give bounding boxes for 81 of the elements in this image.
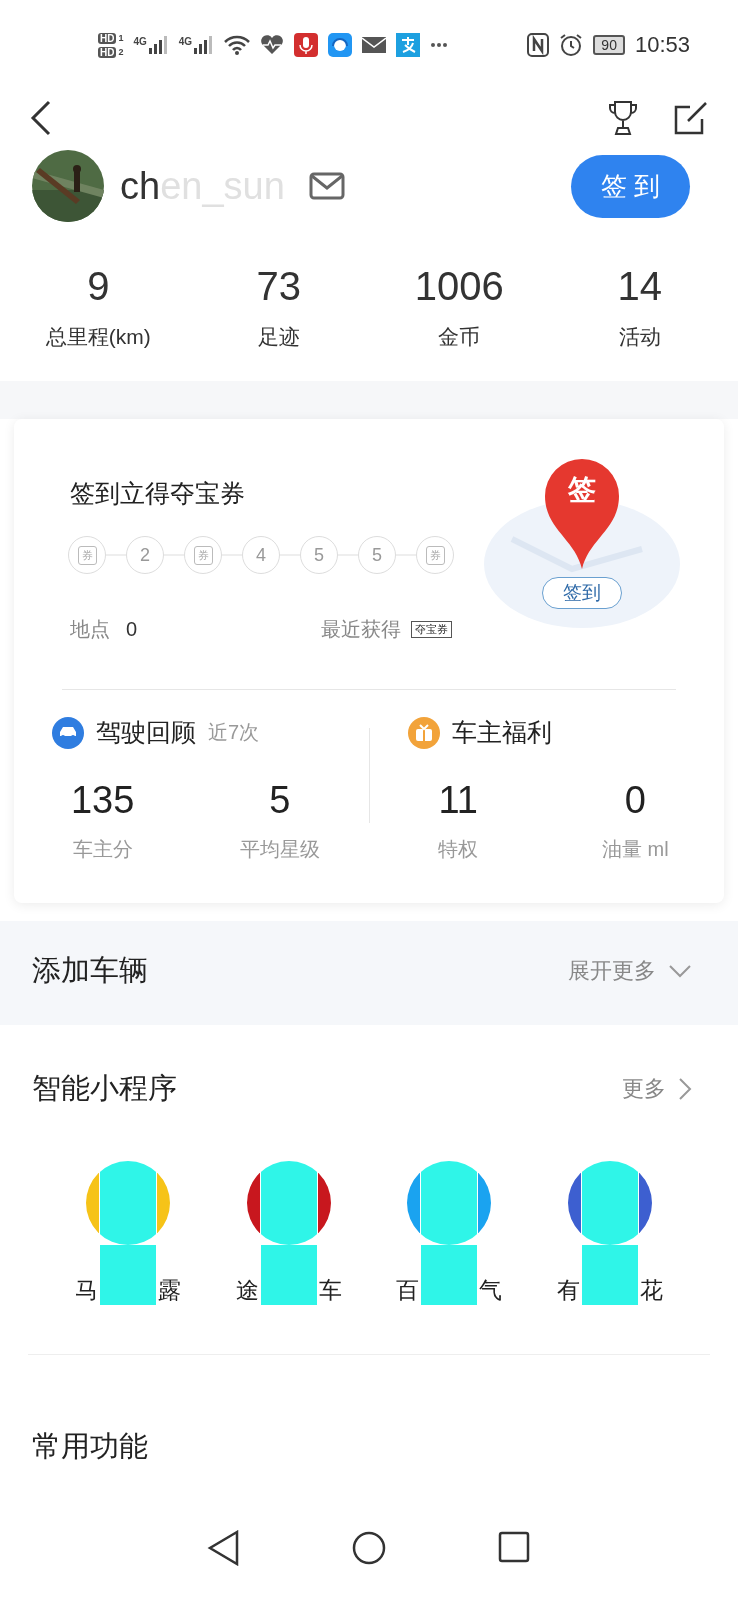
heart-rate-icon	[260, 35, 285, 55]
section-title: 驾驶回顾	[96, 717, 196, 748]
app-label[interactable]: 露	[158, 1275, 182, 1306]
trophy-icon[interactable]	[608, 100, 638, 136]
app-label[interactable]: 气	[479, 1275, 503, 1306]
app-label[interactable]: 有	[556, 1275, 580, 1306]
metric-value: 11	[438, 779, 478, 822]
stat-label: 金币	[437, 324, 482, 350]
alarm-icon	[559, 33, 584, 57]
nfc-icon	[527, 33, 550, 57]
recent-apps-icon[interactable]	[497, 1530, 531, 1564]
section-title: 添加车辆	[32, 953, 148, 988]
payment-app-icon	[396, 33, 421, 57]
app-label[interactable]: 途	[235, 1275, 259, 1306]
pin-label: 签	[567, 473, 597, 507]
ticket-tag: 夺宝券	[411, 621, 452, 638]
back-icon[interactable]	[30, 100, 52, 136]
ticket-label: 券	[425, 545, 445, 565]
redaction-mark	[421, 1245, 478, 1305]
sim-slot: 1	[118, 33, 124, 43]
edit-icon[interactable]	[674, 101, 708, 135]
app-label[interactable]: 花	[639, 1275, 663, 1306]
signal-icon	[194, 36, 215, 54]
stat-value: 9	[86, 264, 111, 309]
stat-value: 73	[255, 264, 302, 309]
car-icon	[52, 716, 84, 749]
ticket-label: 券	[77, 545, 97, 565]
home-nav-icon[interactable]	[351, 1530, 387, 1566]
stat-value: 14	[616, 264, 663, 309]
metric-label: 油量 ml	[602, 837, 669, 862]
section-title: 智能小程序	[32, 1071, 177, 1106]
sim-slot: 2	[118, 47, 124, 57]
metric-value: 0	[624, 779, 646, 822]
app-icon[interactable]	[567, 1172, 581, 1234]
mail-icon[interactable]	[308, 172, 345, 200]
app-icon[interactable]	[407, 1172, 421, 1234]
app-label[interactable]: 马	[75, 1275, 99, 1306]
checkin-button[interactable]: 签到	[542, 577, 622, 609]
stat-label: 总里程(km)	[44, 324, 152, 350]
microphone-icon	[294, 33, 319, 57]
more-link[interactable]: 更多	[622, 1074, 692, 1104]
network-type: 4G	[133, 36, 147, 47]
metric-value: 5	[269, 779, 291, 822]
place-count: 0	[126, 618, 138, 641]
app-icon[interactable]	[638, 1172, 652, 1234]
stat-label: 足迹	[256, 324, 301, 350]
more-icon	[430, 42, 449, 48]
mail-icon	[362, 35, 387, 55]
clock-time: 10:53	[634, 32, 690, 58]
metric-label: 平均星级	[239, 837, 320, 862]
redaction-mark	[581, 1245, 638, 1305]
app-icon[interactable]	[478, 1172, 492, 1234]
network-type: 4G	[178, 36, 193, 47]
stat-label: 活动	[617, 324, 662, 350]
metric-value: 135	[70, 779, 135, 822]
section-subtitle: 近7次	[208, 720, 260, 745]
app-icon[interactable]	[246, 1172, 260, 1234]
redaction-mark	[260, 1245, 317, 1305]
app-icon[interactable]	[317, 1172, 331, 1234]
metric-label: 车主分	[72, 837, 133, 862]
checkin-button[interactable]: 签 到	[570, 154, 690, 218]
wifi-icon	[224, 35, 251, 55]
redaction-mark	[100, 1245, 157, 1305]
section-title: 常用功能	[31, 1429, 149, 1464]
stat-value: 1006	[413, 264, 505, 309]
card-title: 签到立得夺宝券	[70, 478, 246, 509]
metric-label: 特权	[438, 837, 479, 862]
ticket-label: 券	[193, 545, 213, 565]
battery-indicator: 90	[593, 35, 625, 55]
gift-icon	[407, 716, 440, 749]
back-nav-icon[interactable]	[207, 1530, 241, 1566]
section-title: 车主福利	[451, 717, 552, 748]
app-label[interactable]: 百	[396, 1275, 420, 1306]
chevron-down-icon	[668, 964, 692, 978]
app-label[interactable]: 车	[318, 1275, 342, 1306]
signal-icon	[148, 36, 169, 54]
recent-label: 最近获得	[321, 617, 401, 642]
hd-badge: HD	[98, 46, 117, 58]
hd-badge: HD	[98, 32, 117, 44]
place-label: 地点	[70, 617, 110, 642]
chevron-right-icon	[678, 1077, 692, 1101]
